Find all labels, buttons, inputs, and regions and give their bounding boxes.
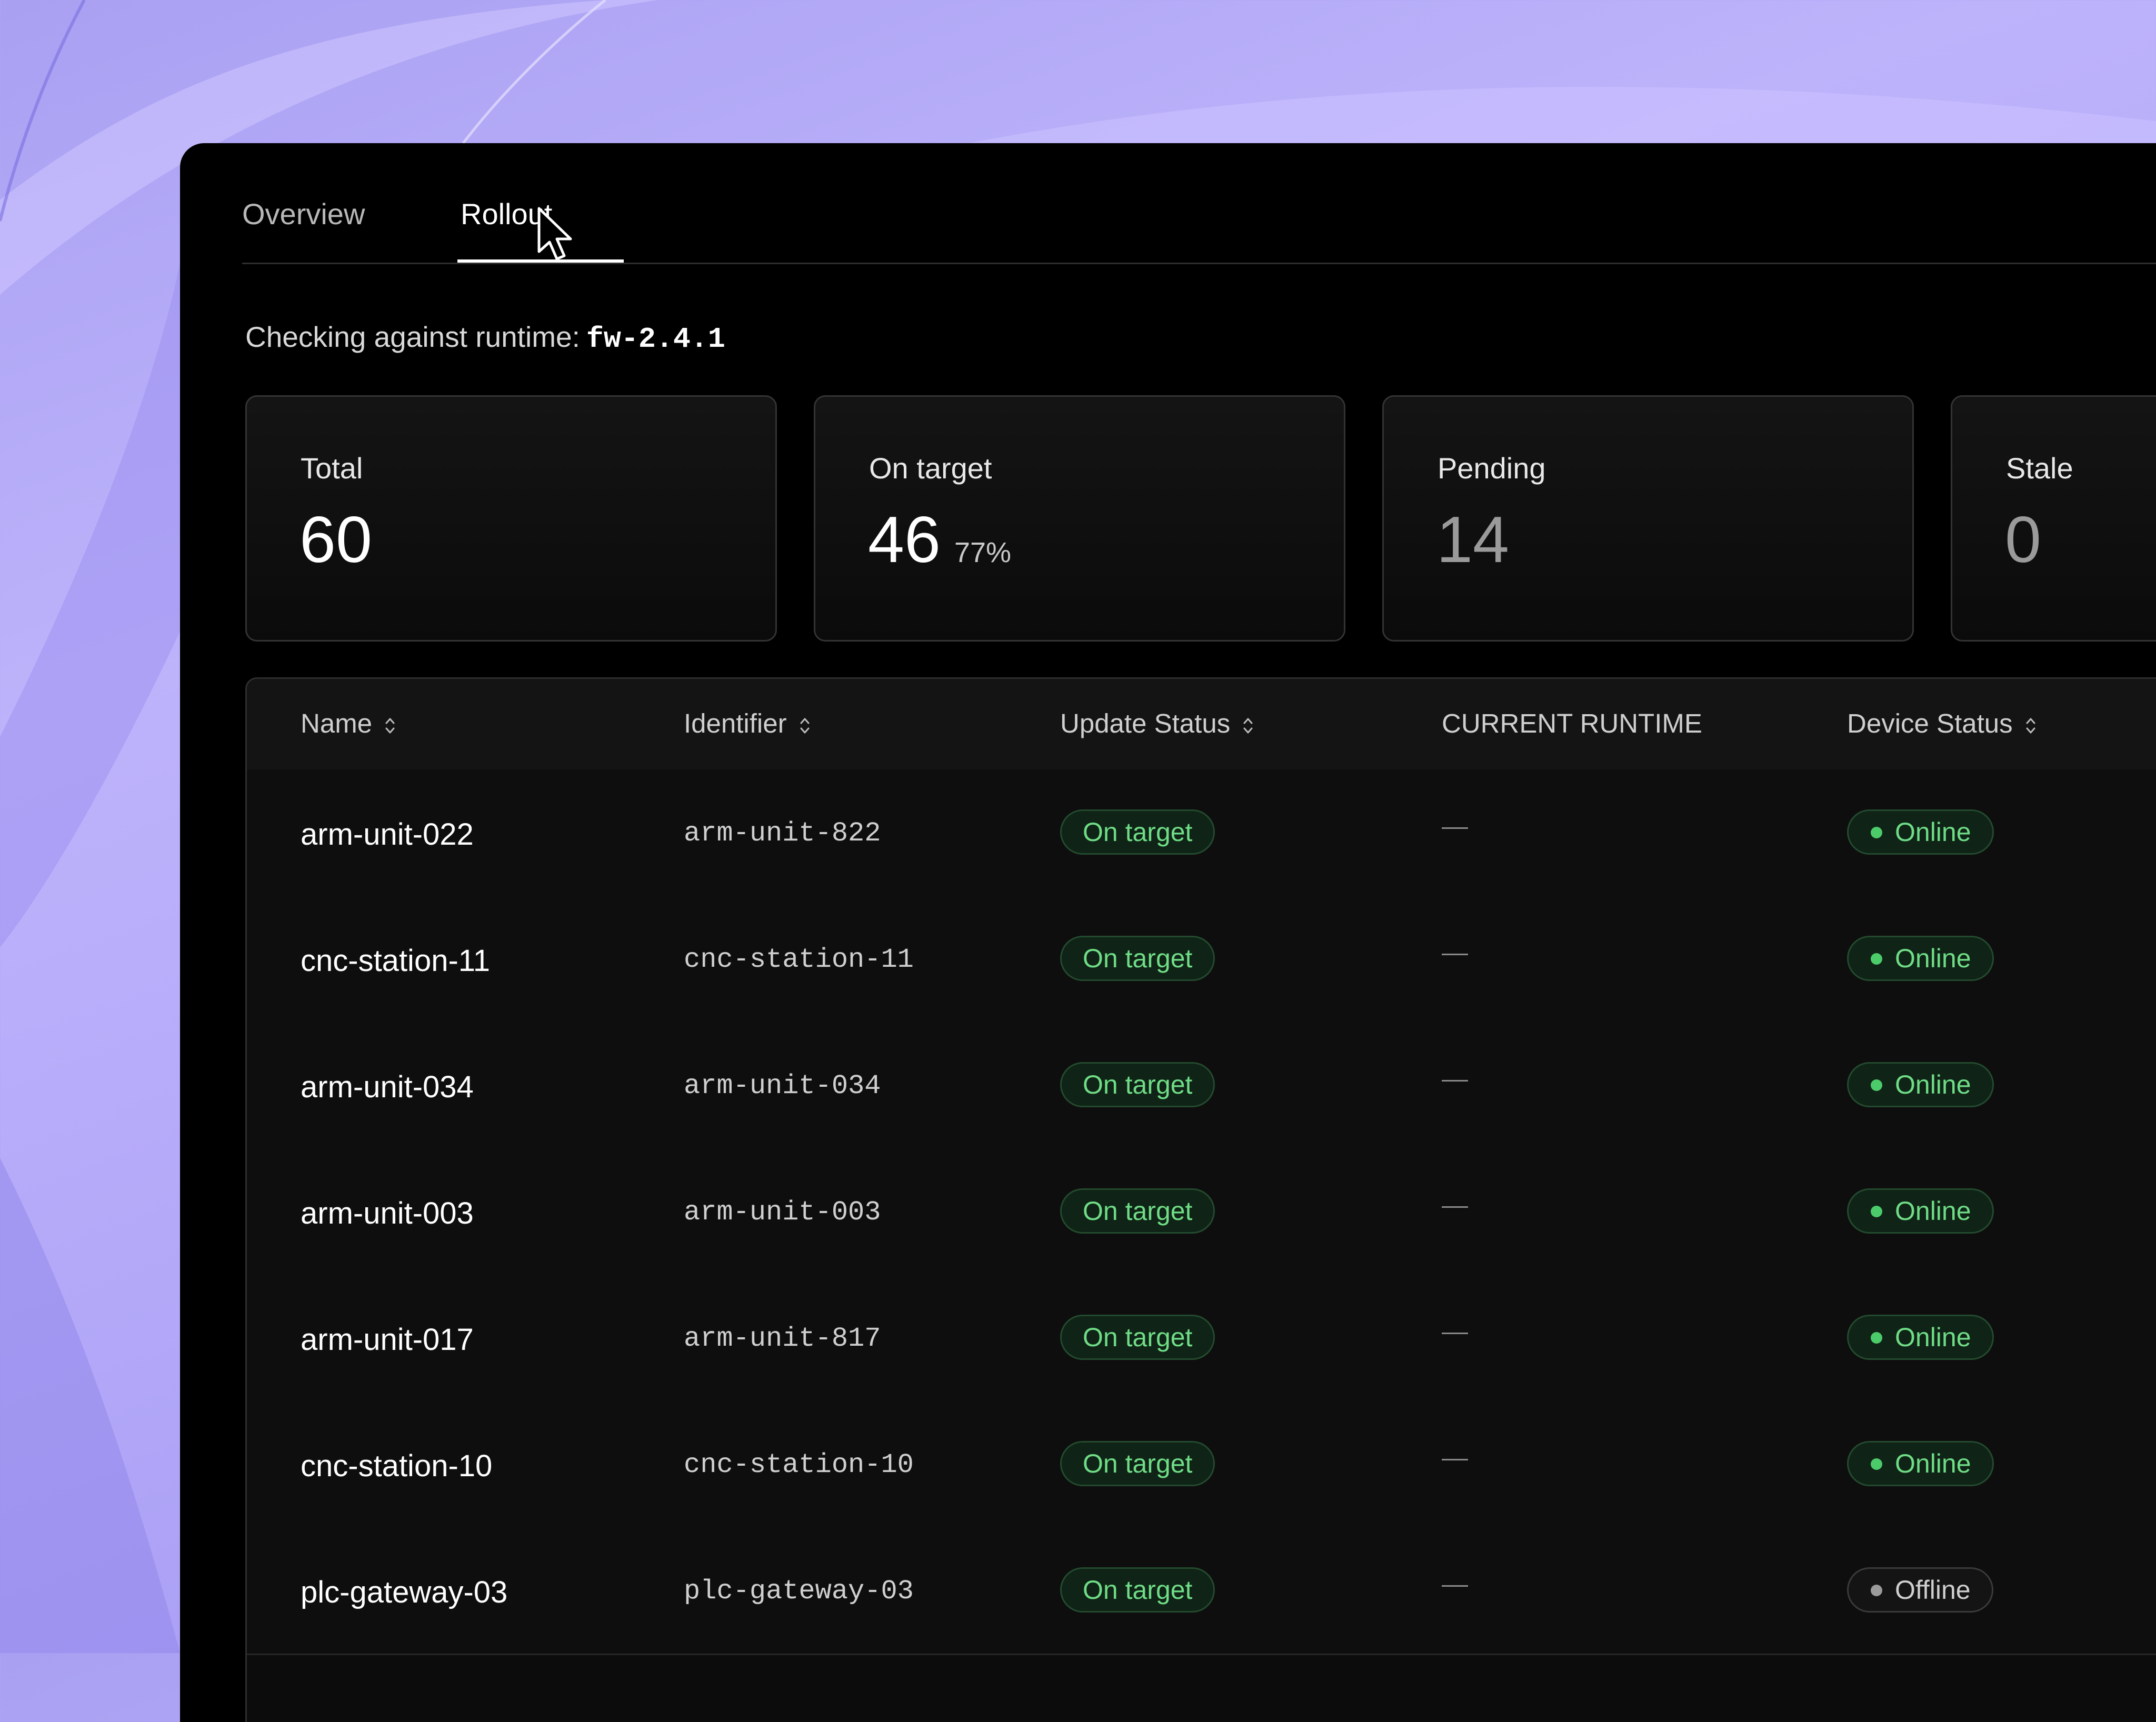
device-identifier: plc-gateway-03 bbox=[684, 1576, 914, 1607]
column-header-label: Identifier bbox=[684, 708, 787, 738]
stat-card-total: Total 60 bbox=[245, 395, 777, 642]
update-status-badge: On target bbox=[1060, 1062, 1215, 1107]
stat-label: On target bbox=[869, 452, 992, 485]
device-identifier: arm-unit-817 bbox=[684, 1323, 881, 1354]
device-status-label: Online bbox=[1895, 1323, 1971, 1352]
sort-icon[interactable] bbox=[384, 715, 396, 736]
device-identifier: cnc-station-10 bbox=[684, 1449, 914, 1480]
status-dot-icon bbox=[1871, 953, 1882, 965]
stat-value: 60 bbox=[300, 504, 372, 576]
device-identifier: arm-unit-003 bbox=[684, 1197, 881, 1228]
status-dot-icon bbox=[1871, 1079, 1882, 1091]
status-dot-icon bbox=[1871, 1458, 1882, 1470]
table-row[interactable]: cnc-station-11 cnc-station-11 On target … bbox=[247, 896, 2156, 1024]
runtime-check-label: Checking against runtime: fw-2.4.1 bbox=[245, 320, 725, 356]
app-window: Overview Rollout Checking against runtim… bbox=[180, 143, 2156, 1722]
column-header-label: CURRENT RUNTIME bbox=[1442, 708, 1702, 738]
current-runtime-empty bbox=[1442, 1206, 1468, 1208]
table-row[interactable]: arm-unit-003 arm-unit-003 On target Onli… bbox=[247, 1148, 2156, 1276]
update-status-badge: On target bbox=[1060, 1188, 1215, 1234]
column-header-identifier[interactable]: Identifier bbox=[684, 708, 811, 739]
sort-icon[interactable] bbox=[798, 715, 811, 736]
device-name: arm-unit-003 bbox=[301, 1196, 474, 1230]
update-status-badge: On target bbox=[1060, 809, 1215, 855]
stat-value: 14 bbox=[1436, 504, 1509, 576]
update-status-badge: On target bbox=[1060, 936, 1215, 981]
current-runtime-empty bbox=[1442, 1459, 1468, 1460]
stat-value: 46 bbox=[868, 504, 941, 576]
stat-label: Stale bbox=[2006, 452, 2073, 485]
stat-label: Pending bbox=[1438, 452, 1546, 485]
table-row[interactable]: arm-unit-017 arm-unit-817 On target Onli… bbox=[247, 1275, 2156, 1403]
table-header: Name Identifier Update Status CURRENT RU… bbox=[247, 679, 2156, 771]
device-name: arm-unit-017 bbox=[301, 1323, 474, 1357]
stat-value-wrapper: 46 77% bbox=[868, 507, 1011, 573]
stat-card-on-target: On target 46 77% bbox=[814, 395, 1345, 642]
device-status-label: Online bbox=[1895, 817, 1971, 847]
device-identifier: arm-unit-822 bbox=[684, 818, 881, 849]
runtime-label-text: Checking against runtime: bbox=[245, 321, 580, 353]
current-runtime-empty bbox=[1442, 954, 1468, 955]
tab-bar: Overview Rollout bbox=[242, 143, 2156, 264]
device-status-badge: Online bbox=[1847, 936, 1994, 981]
device-status-badge: Online bbox=[1847, 1062, 1994, 1107]
table-row[interactable]: arm-unit-022 arm-unit-822 On target Onli… bbox=[247, 769, 2156, 897]
device-status-badge: Online bbox=[1847, 1315, 1994, 1360]
status-dot-icon bbox=[1871, 1206, 1882, 1217]
update-status-badge: On target bbox=[1060, 1567, 1215, 1613]
table-row[interactable]: cnc-station-10 cnc-station-10 On target … bbox=[247, 1401, 2156, 1529]
table-row[interactable]: plc-gateway-03 plc-gateway-03 On target … bbox=[247, 1527, 2156, 1655]
status-dot-icon bbox=[1871, 1585, 1882, 1596]
runtime-version: fw-2.4.1 bbox=[586, 323, 725, 356]
device-identifier: arm-unit-034 bbox=[684, 1070, 881, 1102]
update-status-badge: On target bbox=[1060, 1315, 1215, 1360]
stat-card-stale: Stale 0 bbox=[1951, 395, 2156, 642]
device-status-label: Online bbox=[1895, 1449, 1971, 1478]
column-header-device-status[interactable]: Device Status bbox=[1847, 708, 2037, 739]
current-runtime-empty bbox=[1442, 1585, 1468, 1587]
device-name: arm-unit-034 bbox=[301, 1070, 474, 1104]
column-header-label: Name bbox=[301, 708, 373, 738]
device-status-badge: Online bbox=[1847, 1441, 1994, 1486]
update-status-badge: On target bbox=[1060, 1441, 1215, 1486]
column-header-label: Update Status bbox=[1060, 708, 1231, 738]
device-status-label: Offline bbox=[1895, 1575, 1971, 1605]
device-name: cnc-station-10 bbox=[301, 1449, 493, 1483]
sort-icon[interactable] bbox=[1242, 715, 1254, 736]
stat-label: Total bbox=[301, 452, 363, 485]
mouse-cursor-icon bbox=[537, 207, 572, 261]
device-name: cnc-station-11 bbox=[301, 944, 490, 978]
device-status-label: Online bbox=[1895, 944, 1971, 973]
device-status-badge: Online bbox=[1847, 1188, 1994, 1234]
tab-overview[interactable]: Overview bbox=[242, 197, 365, 231]
stat-value: 0 bbox=[2005, 504, 2041, 576]
current-runtime-empty bbox=[1442, 827, 1468, 829]
table-row[interactable]: arm-unit-034 arm-unit-034 On target Onli… bbox=[247, 1022, 2156, 1150]
stat-card-pending: Pending 14 bbox=[1382, 395, 1914, 642]
sort-icon[interactable] bbox=[2024, 715, 2037, 736]
device-name: plc-gateway-03 bbox=[301, 1575, 508, 1609]
status-dot-icon bbox=[1871, 1332, 1882, 1344]
column-header-current-runtime: CURRENT RUNTIME bbox=[1442, 708, 1702, 739]
device-status-badge: Online bbox=[1847, 809, 1994, 855]
devices-table: Name Identifier Update Status CURRENT RU… bbox=[245, 677, 2156, 1722]
device-status-badge: Offline bbox=[1847, 1567, 1993, 1613]
device-status-label: Online bbox=[1895, 1070, 1971, 1099]
device-status-label: Online bbox=[1895, 1196, 1971, 1226]
column-header-update-status[interactable]: Update Status bbox=[1060, 708, 1254, 739]
device-identifier: cnc-station-11 bbox=[684, 944, 914, 975]
column-header-name[interactable]: Name bbox=[301, 708, 396, 739]
status-dot-icon bbox=[1871, 827, 1882, 838]
stat-percent: 77% bbox=[954, 537, 1012, 568]
current-runtime-empty bbox=[1442, 1333, 1468, 1334]
current-runtime-empty bbox=[1442, 1080, 1468, 1082]
column-header-label: Device Status bbox=[1847, 708, 2013, 738]
device-name: arm-unit-022 bbox=[301, 817, 474, 852]
